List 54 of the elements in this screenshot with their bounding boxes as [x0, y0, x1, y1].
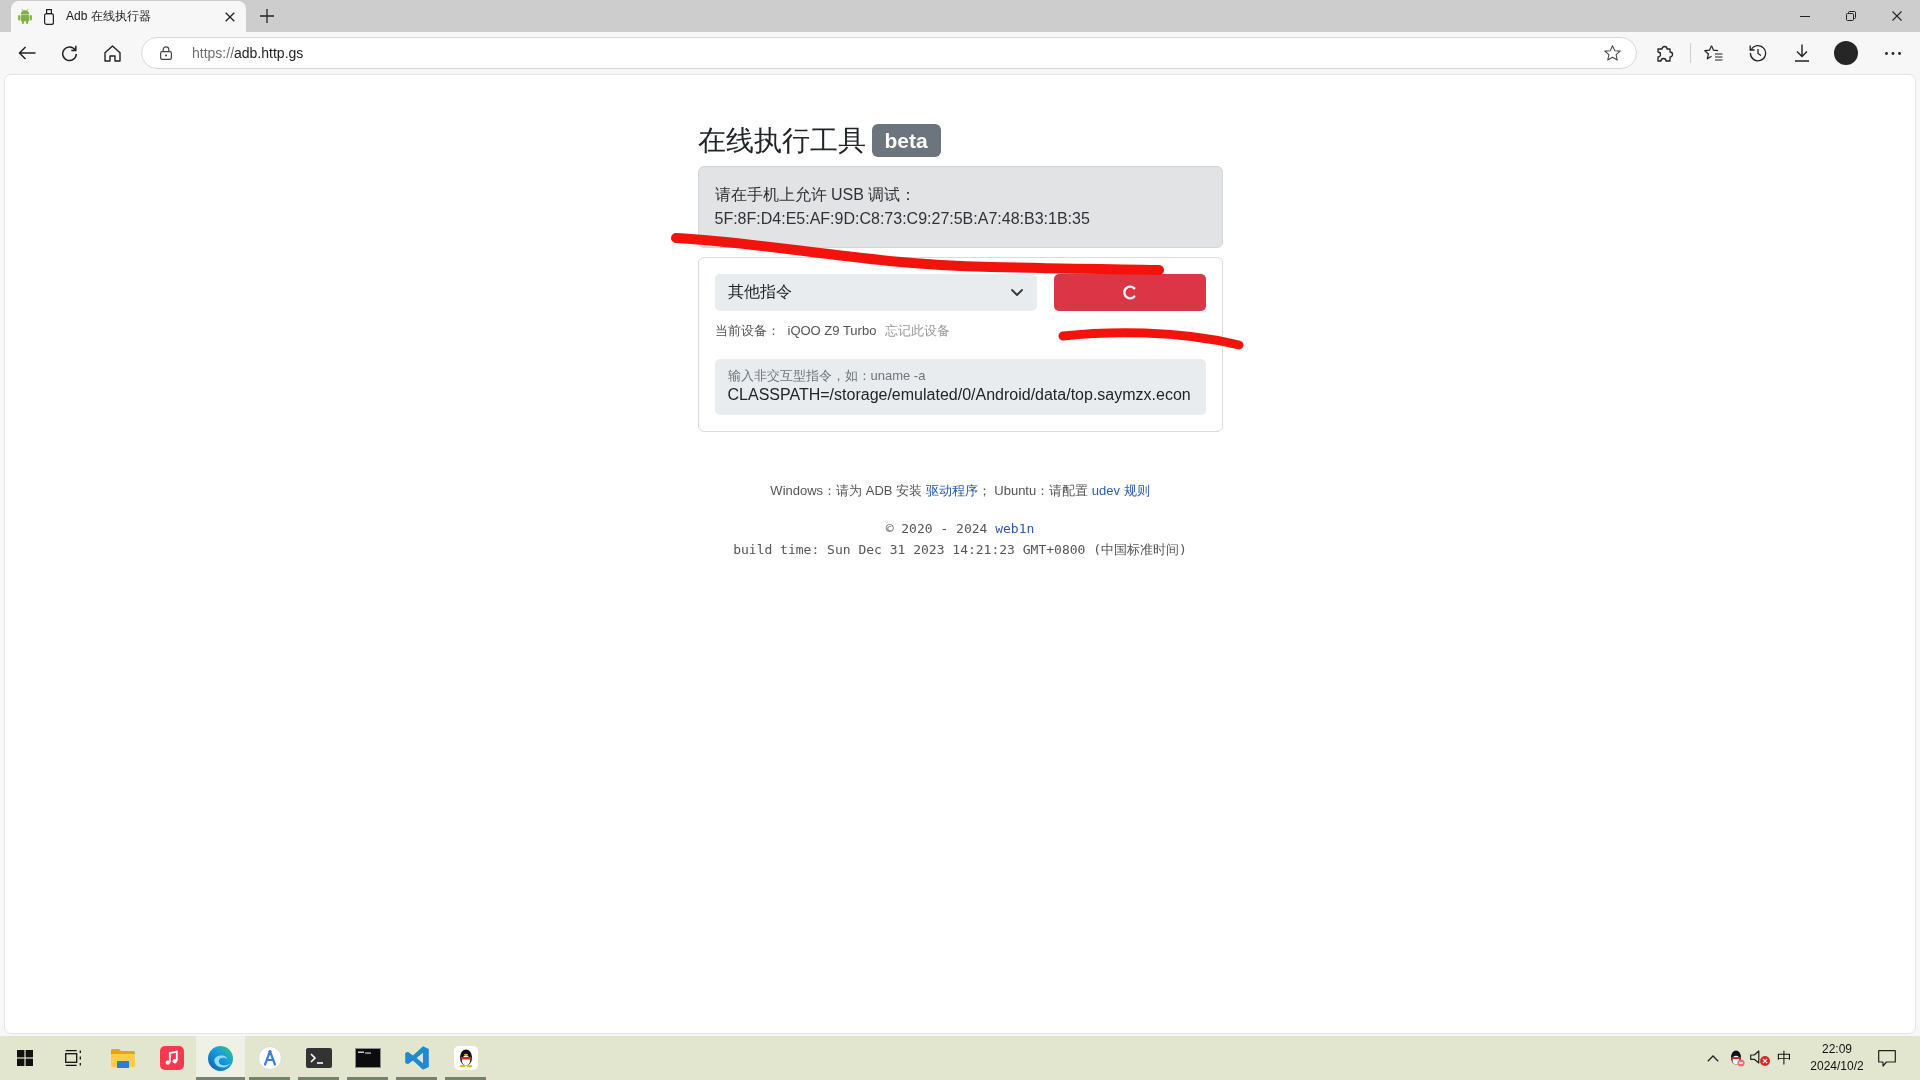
- music-note-icon: [159, 1046, 184, 1070]
- home-icon[interactable]: [104, 44, 121, 62]
- chevron-up-icon[interactable]: [1707, 1054, 1719, 1062]
- driver-help-text: Windows：请为 ADB 安装 驱动程序； Ubuntu：请配置 udev 规则: [769, 482, 1151, 500]
- command-dropdown[interactable]: 其他指令: [714, 274, 1037, 311]
- clock-date[interactable]: 2024/10/2: [1810, 1058, 1864, 1075]
- swirl-logo-icon: [208, 1045, 233, 1071]
- favorites-icon[interactable]: [1704, 44, 1723, 62]
- run-button[interactable]: [1053, 274, 1206, 311]
- avatar-icon[interactable]: [1834, 41, 1858, 65]
- help-link[interactable]: 驱动程序: [925, 483, 978, 498]
- command-input[interactable]: 输入非交互型指令，如：uname -a CLASSPATH=/storage/emulated/0/Android/data/top.saymzx.econ: [714, 359, 1206, 415]
- input-label: 输入非交互型指令，如：uname -a: [727, 367, 927, 384]
- speaker-icon[interactable]: [1750, 1050, 1770, 1066]
- copyright-text: © 2020 - 2024 web1n: [884, 520, 1036, 538]
- help-link[interactable]: udev 规则: [1091, 483, 1150, 498]
- console-window-icon: [354, 1048, 381, 1068]
- compass-icon: [257, 1046, 282, 1070]
- device-label: 当前设备：: [714, 322, 780, 340]
- speech-bubble-icon[interactable]: [1878, 1049, 1896, 1067]
- address-bar[interactable]: https://adb.http.gs: [141, 37, 1637, 69]
- back-arrow-icon[interactable]: [18, 46, 36, 60]
- penguin-icon[interactable]: [1729, 1049, 1745, 1067]
- version-badge: beta: [871, 124, 941, 157]
- chevron-down-icon: [1010, 289, 1023, 296]
- usb-prompt-text: 请在手机上允许 USB 调试：: [714, 185, 918, 205]
- input-method-indicator[interactable]: 中: [1776, 1048, 1792, 1068]
- clock-time[interactable]: 22:09: [1822, 1041, 1852, 1058]
- star-icon[interactable]: [1604, 45, 1621, 61]
- penguin-icon: [453, 1046, 478, 1070]
- windows-logo-icon: [16, 1050, 33, 1066]
- build-time-text: build time: Sun Dec 31 2023 14:21:23 GMT+0800 (中国标准时间): [732, 541, 1188, 559]
- reload-icon[interactable]: [61, 44, 78, 62]
- task-view-icon: [65, 1050, 82, 1066]
- puzzle-icon[interactable]: [1657, 44, 1675, 62]
- close-icon[interactable]: [225, 11, 235, 22]
- plus-icon[interactable]: [260, 9, 274, 23]
- lock-icon: [160, 46, 172, 60]
- terminal-icon: [305, 1048, 332, 1068]
- usb-drive-icon: [44, 8, 54, 25]
- fingerprint-text: 5F:8F:D4:E5:AF:9D:C8:73:C9:27:5B:A7:48:B3:1B:35: [714, 209, 1091, 229]
- folded-ribbon-icon: [404, 1046, 429, 1070]
- author-link[interactable]: web1n: [995, 521, 1035, 536]
- more-icon[interactable]: [1885, 51, 1901, 55]
- minimize-icon[interactable]: [1800, 15, 1810, 17]
- page-title: 在线执行工具: [697, 123, 866, 158]
- device-name: iQOO Z9 Turbo: [787, 322, 877, 340]
- download-icon[interactable]: [1794, 44, 1810, 62]
- folder-icon: [110, 1048, 135, 1068]
- history-icon[interactable]: [1749, 44, 1767, 62]
- android-robot-icon: [18, 9, 32, 24]
- close-icon[interactable]: [1892, 11, 1902, 21]
- restore-icon[interactable]: [1846, 11, 1856, 21]
- browser-tab[interactable]: Adb 在线执行器: [11, 1, 246, 32]
